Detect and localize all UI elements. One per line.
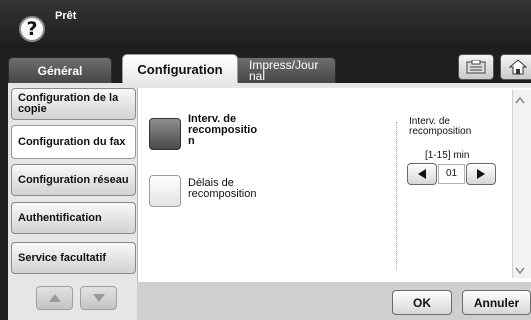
arrow-down-icon bbox=[92, 294, 105, 302]
scroll-down-icon[interactable] bbox=[515, 264, 525, 278]
scrollbar[interactable] bbox=[512, 90, 531, 278]
interval-title: Interv. de recomposition bbox=[409, 116, 472, 137]
help-button[interactable]: ? bbox=[19, 16, 45, 42]
sidebar-scroll-up-button[interactable] bbox=[36, 286, 73, 310]
scroll-up-icon[interactable] bbox=[515, 93, 525, 107]
ok-button[interactable]: OK bbox=[392, 290, 452, 315]
sidebar-item-authentication[interactable]: Authentification bbox=[11, 202, 136, 234]
tab-print-journal[interactable]: Impress/Jour nal bbox=[226, 57, 336, 83]
sidebar-item-optional-service[interactable]: Service facultatif bbox=[11, 242, 136, 274]
divider bbox=[396, 122, 397, 270]
sidebar-item-network-config[interactable]: Configuration réseau bbox=[11, 164, 136, 196]
job-status-icon bbox=[466, 60, 486, 74]
tab-configuration[interactable]: Configuration bbox=[122, 54, 238, 83]
increment-button[interactable] bbox=[466, 163, 496, 185]
job-status-button[interactable] bbox=[458, 54, 494, 80]
home-button[interactable] bbox=[500, 54, 531, 80]
redial-interval-option[interactable] bbox=[149, 118, 181, 150]
tab-general[interactable]: Général bbox=[8, 57, 112, 83]
interval-value[interactable]: 01 bbox=[438, 164, 465, 184]
interval-range: [1-15] min bbox=[425, 150, 470, 161]
sidebar-scroll-down-button[interactable] bbox=[80, 286, 117, 310]
chevron-left-icon bbox=[418, 169, 426, 179]
tab-bar: Général Impress/Jour nal Configuration bbox=[0, 48, 531, 83]
cancel-button[interactable]: Annuler bbox=[462, 290, 531, 315]
decrement-button[interactable] bbox=[407, 163, 437, 185]
chevron-right-icon bbox=[477, 169, 485, 179]
redial-interval-label: Interv. de recompositio n bbox=[188, 113, 258, 147]
sidebar-item-copy-config[interactable]: Configuration de la copie bbox=[11, 88, 136, 120]
home-icon bbox=[509, 59, 527, 75]
redial-delay-option[interactable] bbox=[149, 175, 181, 207]
arrow-up-icon bbox=[48, 294, 61, 302]
status-text: Prêt bbox=[55, 10, 77, 22]
sidebar-item-fax-config[interactable]: Configuration du fax bbox=[11, 125, 136, 159]
status-bar: ? Prêt bbox=[0, 0, 531, 48]
redial-delay-label: Délais de recomposition bbox=[188, 177, 257, 200]
